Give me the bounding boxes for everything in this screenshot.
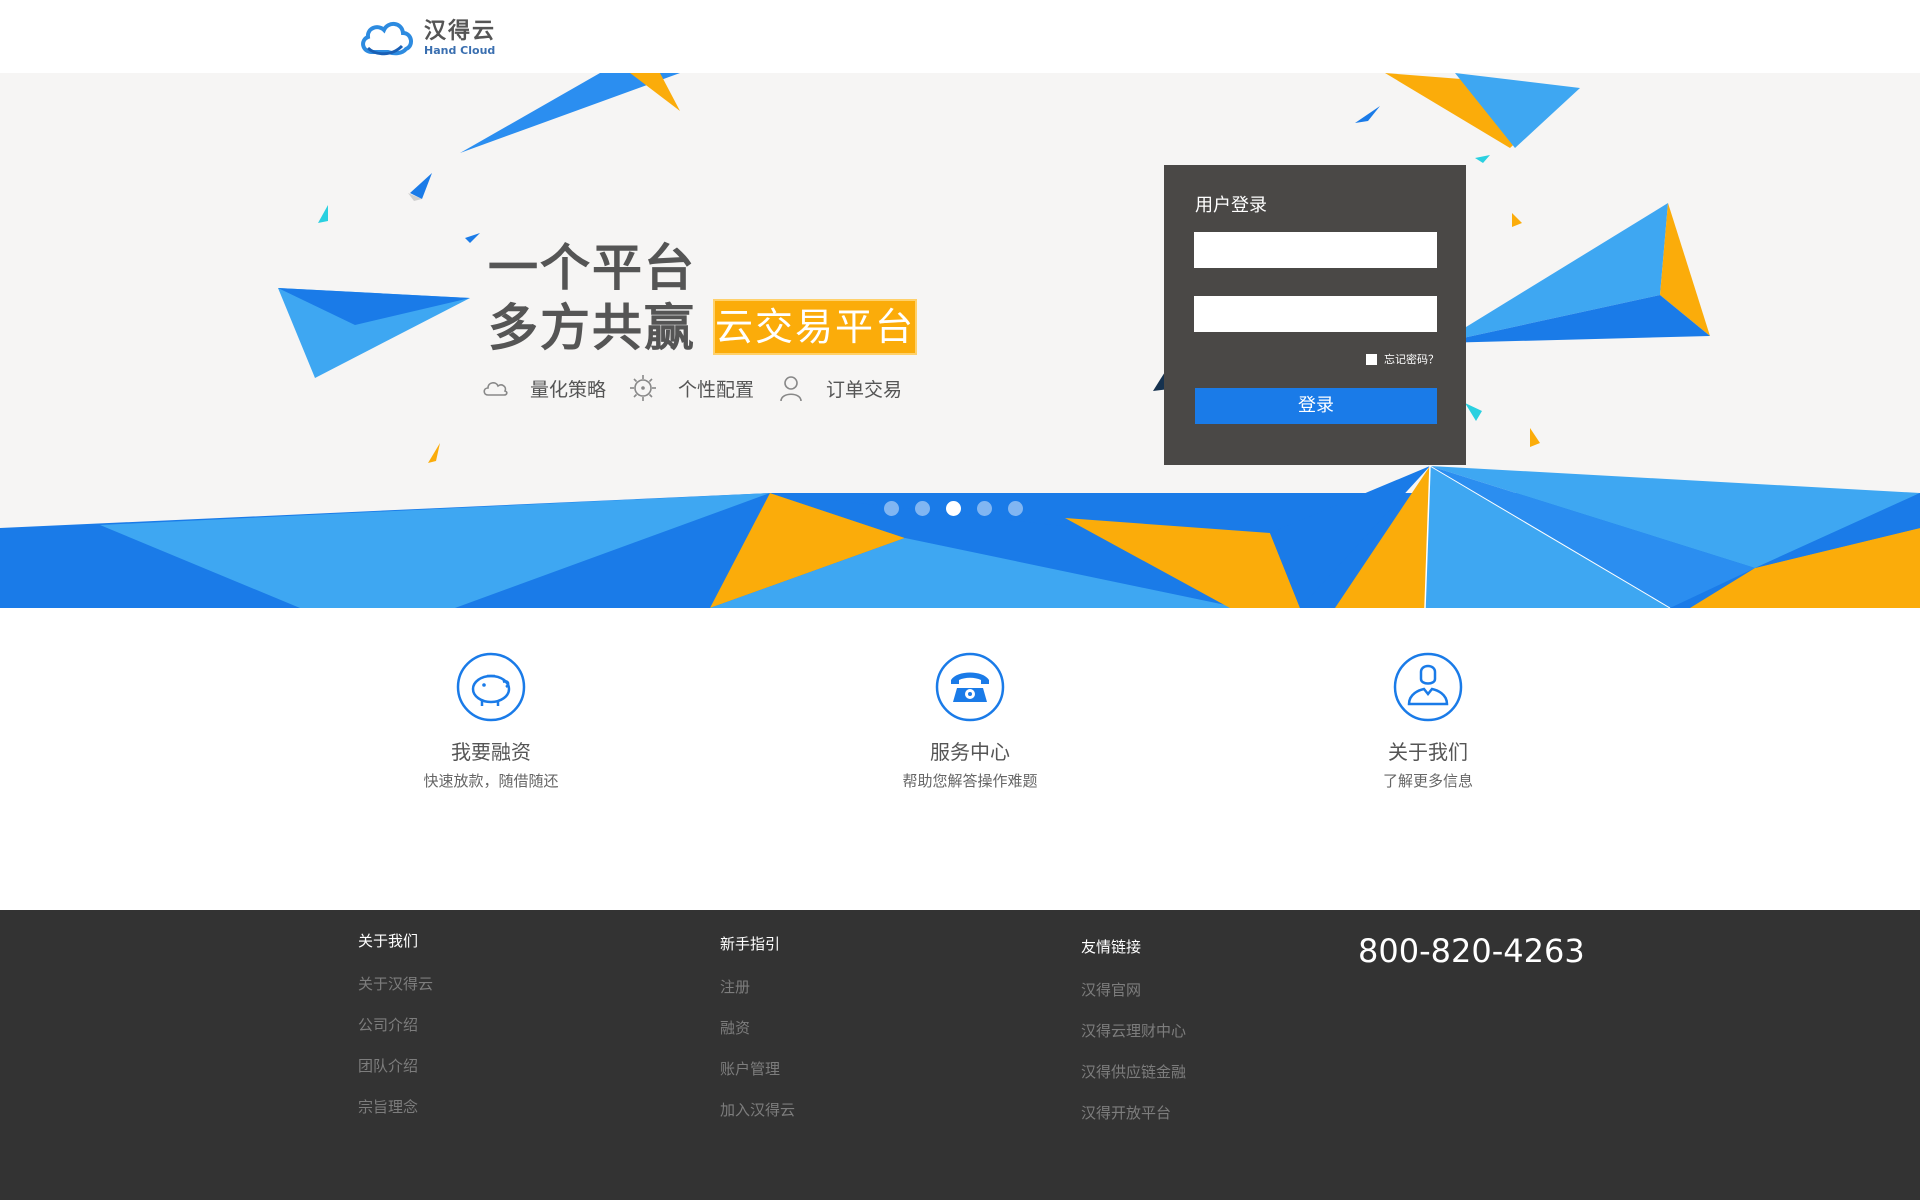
carousel-dot[interactable] xyxy=(1008,501,1023,516)
footer-column-title: 新手指引 xyxy=(720,935,781,953)
user-icon xyxy=(780,376,802,402)
service-subtitle: 帮助您解答操作难题 xyxy=(902,772,1038,790)
feature-item: 订单交易 xyxy=(776,373,902,403)
footer-link[interactable]: 注册 xyxy=(720,976,795,997)
person-icon xyxy=(1393,652,1463,722)
hero-decoration xyxy=(0,73,1920,608)
feature-list: 量化策略 个性配置 订单交易 xyxy=(480,373,924,403)
services-section: 我要融资 快速放款，随借随还 服务中心 帮助您解答操作难题 关于我们 了解更多信… xyxy=(0,608,1920,910)
footer-link[interactable]: 汉得云理财中心 xyxy=(1081,1020,1186,1041)
footer-column-guide: 新手指引 注册 融资 账户管理 加入汉得云 xyxy=(720,933,795,1140)
hero-title: 一个平台 多方共赢 xyxy=(488,238,696,358)
login-panel: 用户登录 忘记密码？ 登录 xyxy=(1164,165,1466,465)
forgot-password-label[interactable]: 忘记密码？ xyxy=(1384,351,1439,367)
footer-link[interactable]: 关于汉得云 xyxy=(358,973,433,994)
login-button[interactable]: 登录 xyxy=(1195,388,1437,424)
footer-link[interactable]: 宗旨理念 xyxy=(358,1096,433,1117)
piggy-bank-icon xyxy=(456,652,526,722)
logo[interactable]: 汉得云 Hand Cloud xyxy=(358,16,496,60)
footer-column-title: 关于我们 xyxy=(358,932,419,950)
hotline-phone: 800-820-4263 xyxy=(1358,932,1585,970)
footer-link[interactable]: 团队介绍 xyxy=(358,1055,433,1076)
feature-label: 订单交易 xyxy=(826,378,903,401)
feature-item: 个性配置 xyxy=(628,373,754,403)
feature-label: 量化策略 xyxy=(530,378,607,401)
hero-badge: 云交易平台 xyxy=(713,299,917,355)
gear-icon xyxy=(630,375,657,401)
footer-link[interactable]: 加入汉得云 xyxy=(720,1099,795,1120)
service-subtitle: 了解更多信息 xyxy=(1382,772,1473,790)
service-title: 关于我们 xyxy=(1388,740,1468,764)
carousel-dot[interactable] xyxy=(884,501,899,516)
footer-column-links: 友情链接 汉得官网 汉得云理财中心 汉得供应链金融 汉得开放平台 xyxy=(1081,936,1186,1143)
site-footer: 关于我们 关于汉得云 公司介绍 团队介绍 宗旨理念 新手指引 注册 融资 账户管… xyxy=(0,910,1920,1200)
service-about[interactable]: 关于我们 了解更多信息 xyxy=(1308,652,1548,791)
footer-link[interactable]: 汉得开放平台 xyxy=(1081,1102,1186,1123)
carousel-dot[interactable] xyxy=(977,501,992,516)
footer-link[interactable]: 汉得官网 xyxy=(1081,979,1186,1000)
forgot-password[interactable]: 忘记密码？ xyxy=(1366,351,1439,367)
logo-name-cn: 汉得云 xyxy=(424,19,497,44)
telephone-icon xyxy=(935,652,1005,722)
service-subtitle: 快速放款，随借随还 xyxy=(423,772,559,790)
hero-title-line-1: 一个平台 xyxy=(488,239,696,297)
carousel-dot-active[interactable] xyxy=(946,501,961,516)
service-financing[interactable]: 我要融资 快速放款，随借随还 xyxy=(371,652,611,791)
login-title: 用户登录 xyxy=(1195,195,1267,216)
footer-link[interactable]: 汉得供应链金融 xyxy=(1081,1061,1186,1082)
service-title: 服务中心 xyxy=(930,740,1010,764)
cloud-logo-icon xyxy=(361,22,413,56)
footer-link[interactable]: 融资 xyxy=(720,1017,795,1038)
password-input[interactable] xyxy=(1194,296,1437,332)
carousel-dots xyxy=(884,501,1039,516)
feature-item: 量化策略 xyxy=(480,373,606,403)
service-center[interactable]: 服务中心 帮助您解答操作难题 xyxy=(850,652,1090,791)
footer-link[interactable]: 公司介绍 xyxy=(358,1014,433,1035)
footer-link[interactable]: 账户管理 xyxy=(720,1058,795,1079)
username-input[interactable] xyxy=(1194,232,1437,268)
site-header: 汉得云 Hand Cloud xyxy=(0,0,1920,73)
service-title: 我要融资 xyxy=(451,740,531,764)
footer-column-about: 关于我们 关于汉得云 公司介绍 团队介绍 宗旨理念 xyxy=(358,930,433,1137)
carousel-dot[interactable] xyxy=(915,501,930,516)
feature-label: 个性配置 xyxy=(678,378,755,401)
footer-column-title: 友情链接 xyxy=(1081,938,1142,956)
forgot-password-checkbox[interactable] xyxy=(1366,353,1377,365)
logo-name-en: Hand Cloud xyxy=(424,44,496,57)
cloud-icon xyxy=(483,382,508,396)
hero-banner: 一个平台 多方共赢 云交易平台 量化策略 个性配置 订单交易 xyxy=(0,73,1920,608)
hero-title-line-2: 多方共赢 xyxy=(488,299,696,357)
